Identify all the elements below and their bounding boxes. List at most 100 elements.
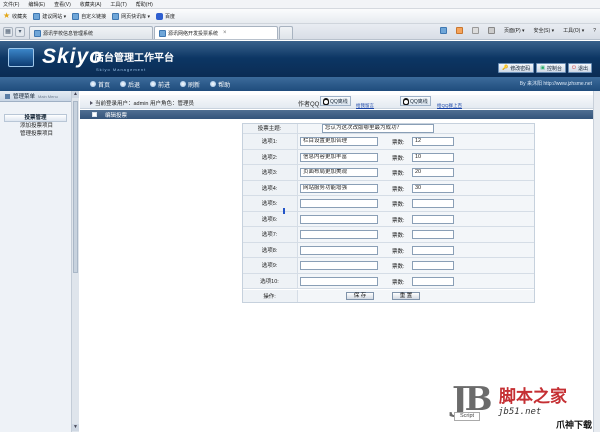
votes-input[interactable]: 20 xyxy=(412,168,454,177)
custom-links-label: 自定义链接 xyxy=(81,13,107,20)
sidebar-item-add-vote[interactable]: 添加投票项目 xyxy=(0,122,71,130)
votes-input[interactable]: 12 xyxy=(412,137,454,146)
option-text-input[interactable] xyxy=(300,261,378,270)
nav-home[interactable]: 首页 xyxy=(90,80,110,89)
votes-input[interactable] xyxy=(412,214,454,224)
favorites-button[interactable]: ★ 收藏夹 xyxy=(3,12,27,20)
tab-vote-system[interactable]: 源讯网络开发投票系统 × xyxy=(154,26,278,39)
option-text-input[interactable] xyxy=(300,276,378,286)
text-cursor-icon xyxy=(283,208,285,214)
favorites-label: 收藏夹 xyxy=(12,13,28,20)
votes-input[interactable] xyxy=(412,199,454,208)
feed-icon xyxy=(112,12,120,20)
safety-menu[interactable]: 安全(S) ▾ xyxy=(534,27,555,34)
close-icon[interactable]: × xyxy=(223,30,227,36)
form-row-field: 信息内容更加丰富 票数: 10 xyxy=(298,149,535,164)
tab-grid-button[interactable]: ▦ xyxy=(3,27,13,37)
menu-file[interactable]: 文件(F) xyxy=(3,1,19,8)
feed-icon[interactable] xyxy=(455,27,463,34)
baidu-link[interactable]: 百度 xyxy=(156,12,175,20)
mail-icon[interactable] xyxy=(471,27,479,34)
home-icon xyxy=(90,81,96,87)
favorites-bar: ★ 收藏夹 建议网站 ▾ 自定义链接 网页快讯库 ▾ 百度 xyxy=(0,9,600,24)
menu-tools[interactable]: 工具(T) xyxy=(110,1,126,8)
print-icon[interactable] xyxy=(487,27,495,34)
menu-favorites[interactable]: 收藏夹(A) xyxy=(80,1,102,8)
votes-input[interactable] xyxy=(412,245,454,255)
qq-leave-message-link[interactable]: 给我留言 xyxy=(356,103,374,109)
author-credit: By 来沐阳 http://www.jzhsme.net xyxy=(519,81,592,87)
form-row-field: 票数: xyxy=(298,196,535,211)
votes-input[interactable]: 30 xyxy=(412,183,454,193)
nav-help[interactable]: 帮助 xyxy=(210,80,230,89)
sidebar-item-manage-vote[interactable]: 管理投票项目 xyxy=(0,130,71,138)
console-button[interactable]: ▣ 控制台 xyxy=(536,63,567,73)
votes-label: 票数: xyxy=(392,171,405,177)
menu-edit[interactable]: 编辑(E) xyxy=(28,1,45,8)
tab-list-button[interactable]: ▾ xyxy=(15,27,25,37)
app-title: 后台管理工作平台 xyxy=(94,53,174,64)
info-bar: 当前登录用户：admin 用户角色：管理员 作者QQ: QQ离线 给我留言 QQ… xyxy=(80,95,600,109)
banner-button-group: 🔑 修改密码 ▣ 控制台 ⏻ 退出 xyxy=(498,63,592,73)
qq-status-button[interactable]: QQ离线 xyxy=(320,96,351,106)
suggested-sites-button[interactable]: 建议网站 ▾ xyxy=(33,12,66,20)
page-menu[interactable]: 页面(P) ▾ xyxy=(504,27,525,34)
option-text-input[interactable] xyxy=(300,230,378,239)
new-tab-button[interactable] xyxy=(279,26,293,39)
option-text-input[interactable]: 网站服务功能增强 xyxy=(300,183,378,193)
form-row-option: 选项7: 票数: xyxy=(242,227,535,243)
logout-button[interactable]: ⏻ 退出 xyxy=(568,63,592,73)
votes-input[interactable]: 10 xyxy=(412,152,454,162)
app-tagline: Skiyo Management xyxy=(96,67,147,72)
custom-links-button[interactable]: 自定义链接 xyxy=(72,12,107,20)
form-row-actions: 操作: 保 存 重 置 xyxy=(242,290,535,303)
sidebar-scrollbar[interactable]: ▲ ▼ xyxy=(71,91,79,432)
scroll-down-icon[interactable]: ▼ xyxy=(72,424,79,431)
console-label: 控制台 xyxy=(547,65,563,72)
votes-input[interactable] xyxy=(412,230,454,239)
nav-forward[interactable]: 前进 xyxy=(150,80,170,89)
main-nav: 首页 后退 前进 刷新 帮助 xyxy=(0,77,600,91)
option-label: 选项1: xyxy=(242,134,298,149)
menu-view[interactable]: 查看(V) xyxy=(54,1,71,8)
logout-icon: ⏻ xyxy=(572,65,576,71)
tab-school-system[interactable]: 源讯学校信息管理系统 xyxy=(29,26,153,39)
option-text-input[interactable] xyxy=(300,245,378,255)
qq-status-label: QQ离线 xyxy=(330,98,348,105)
baidu-icon xyxy=(156,12,164,20)
scroll-up-icon[interactable]: ▲ xyxy=(72,91,79,98)
web-slice-gallery-button[interactable]: 网页快讯库 ▾ xyxy=(112,12,150,20)
app-banner: Skiyo 后台管理工作平台 Skiyo Management 🔑 修改密码 ▣… xyxy=(0,41,600,77)
qq-group-link[interactable]: 给QQ群上百 xyxy=(437,103,462,109)
change-password-label: 修改密码 xyxy=(510,65,531,72)
votes-input[interactable] xyxy=(412,261,454,270)
nav-back[interactable]: 后退 xyxy=(120,80,140,89)
tools-menu[interactable]: 工具(O) ▾ xyxy=(563,27,584,34)
option-text-input[interactable]: 栏目设置更加合理 xyxy=(300,137,378,146)
reset-button[interactable]: 重 置 xyxy=(392,292,420,300)
form-row-option: 选项8: 票数: xyxy=(242,242,535,258)
option-label: 选项10: xyxy=(242,273,298,288)
save-button[interactable]: 保 存 xyxy=(346,292,374,300)
option-text-input[interactable]: 页面布局更加美观 xyxy=(300,168,378,177)
form-row-option: 选项2: 信息内容更加丰富 票数: 10 xyxy=(242,149,535,165)
option-label: 选项8: xyxy=(242,242,298,257)
topic-input[interactable]: 您认为这次改版哪里最为成功？ xyxy=(322,124,434,133)
option-text-input[interactable]: 信息内容更加丰富 xyxy=(300,152,378,162)
option-text-input[interactable] xyxy=(300,214,378,224)
arrow-icon xyxy=(90,101,93,105)
help-icon[interactable]: ? xyxy=(593,28,596,34)
sidebar-scroll-thumb[interactable] xyxy=(73,101,78,273)
browser-menubar: 文件(F) 编辑(E) 查看(V) 收藏夹(A) 工具(T) 帮助(H) xyxy=(0,0,600,9)
page-icon xyxy=(159,29,166,37)
nav-refresh[interactable]: 刷新 xyxy=(180,80,200,89)
suggest-icon xyxy=(33,12,41,20)
menu-help[interactable]: 帮助(H) xyxy=(136,1,153,8)
qq-status-button[interactable]: QQ离线 xyxy=(400,96,431,106)
sidebar-group-vote[interactable]: 投票管理 xyxy=(4,114,67,122)
home-icon[interactable] xyxy=(439,27,447,34)
change-password-button[interactable]: 🔑 修改密码 xyxy=(498,63,535,73)
votes-input[interactable] xyxy=(412,276,454,286)
option-text-input[interactable] xyxy=(300,199,378,208)
votes-label: 票数: xyxy=(392,217,405,224)
